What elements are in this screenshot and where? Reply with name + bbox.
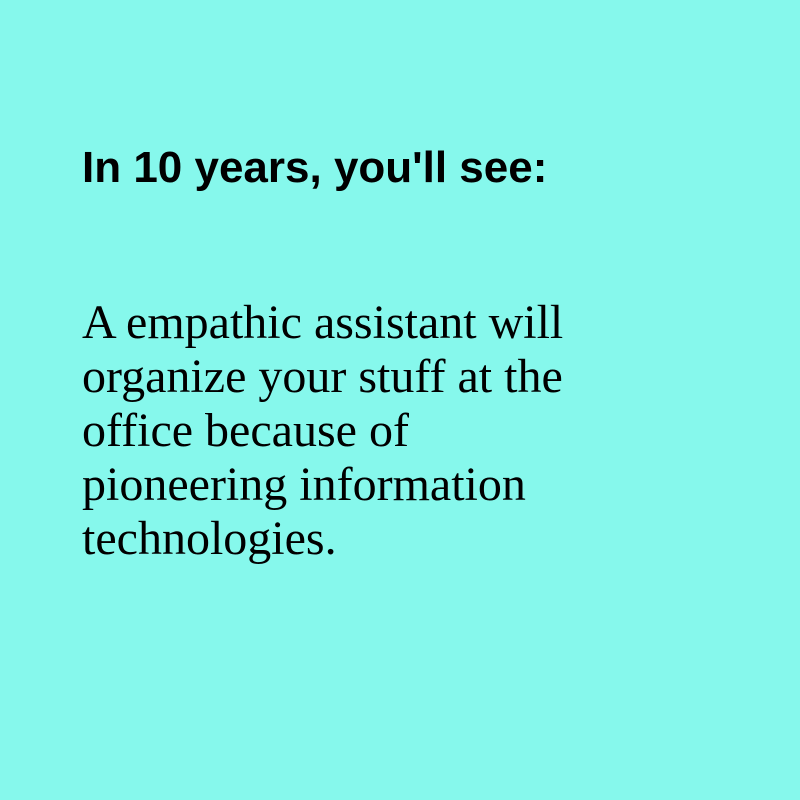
heading: In 10 years, you'll see: — [82, 143, 548, 192]
body-line-3: office because of — [82, 404, 409, 457]
body-line-5: technologies. — [82, 512, 337, 565]
body-line-4: pioneering information — [82, 458, 526, 511]
body-line-1: A empathic assistant will — [82, 296, 564, 349]
body-text: A empathic assistant will organize your … — [82, 296, 722, 566]
slide-canvas: In 10 years, you'll see: A empathic assi… — [0, 0, 800, 800]
body-line-2: organize your stuff at the — [82, 350, 563, 403]
